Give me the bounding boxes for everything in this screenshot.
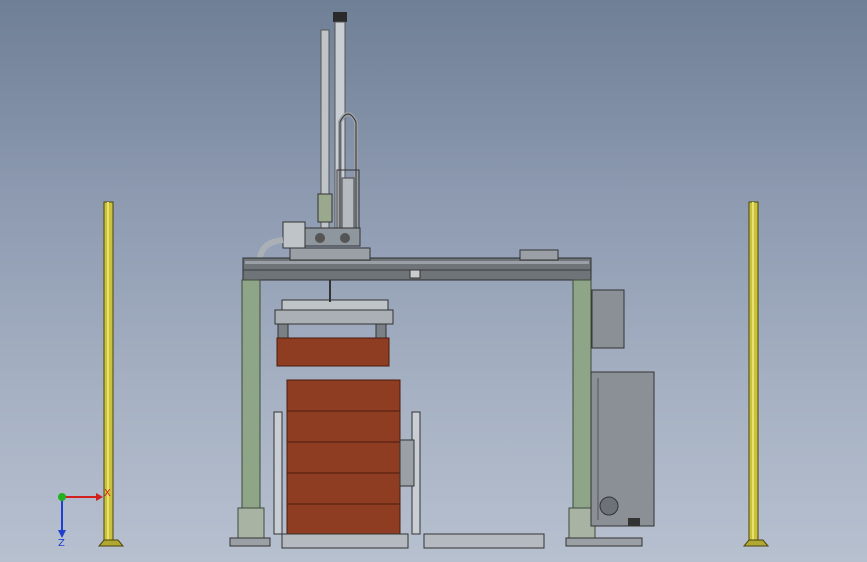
held-carton [276, 337, 390, 367]
lift-column [257, 12, 361, 259]
control-cabinet [590, 289, 655, 527]
z-axis-label: Z [58, 538, 65, 549]
cad-viewport[interactable]: X Z [0, 0, 867, 562]
frame-leg-left [229, 279, 271, 547]
guard-post-left [97, 201, 125, 547]
axis-triad [58, 493, 103, 538]
carton-stack [286, 379, 401, 536]
guard-post-right [742, 201, 770, 547]
gantry-beam [242, 247, 592, 281]
palletizer-model[interactable] [0, 0, 867, 562]
gripper-head [274, 280, 394, 339]
x-axis-label: X [104, 488, 111, 499]
